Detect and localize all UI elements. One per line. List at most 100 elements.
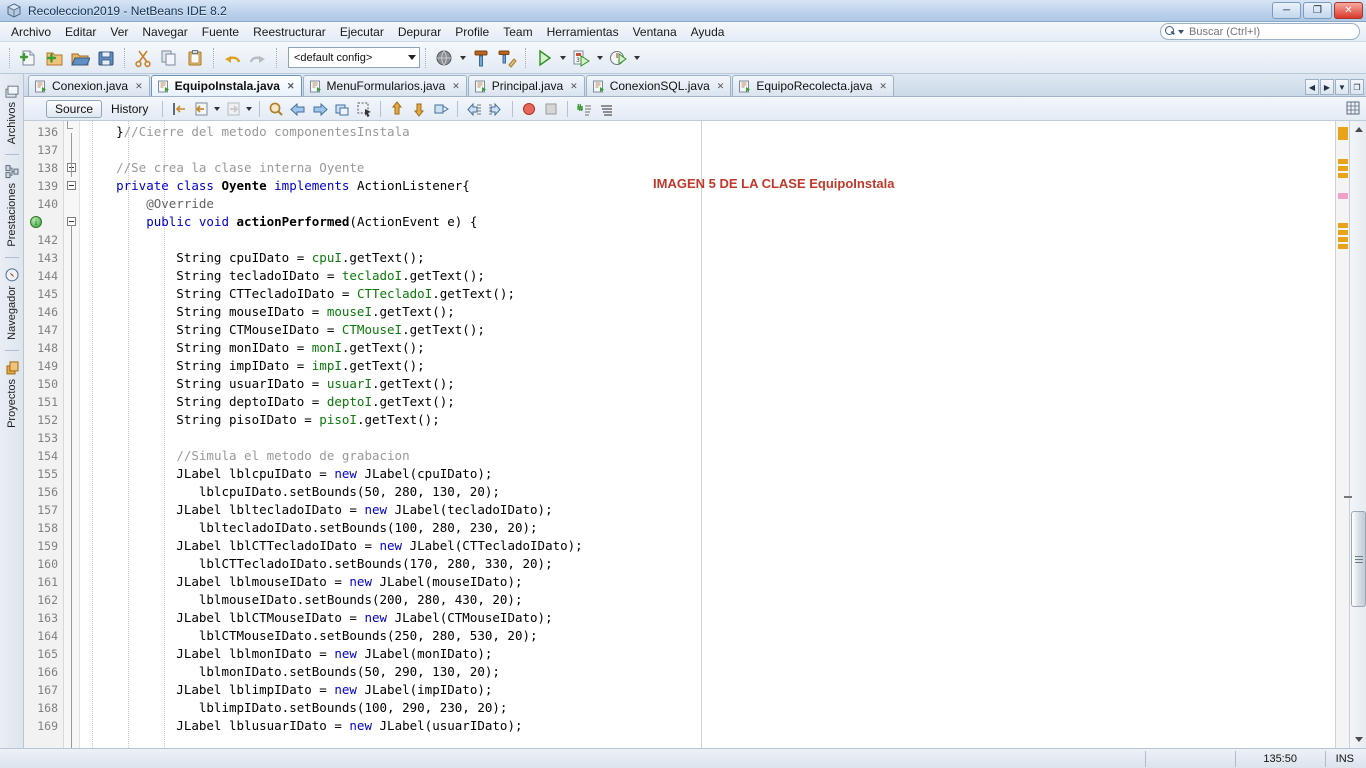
menu-ejecutar[interactable]: Ejecutar xyxy=(333,23,391,41)
previous-annotation-button[interactable] xyxy=(386,99,408,119)
find-selection-button[interactable] xyxy=(265,99,287,119)
close-icon[interactable]: ✕ xyxy=(879,81,887,92)
minimize-button[interactable]: ─ xyxy=(1272,2,1301,19)
maximize-button[interactable]: ❐ xyxy=(1303,2,1332,19)
close-icon[interactable]: ✕ xyxy=(452,81,460,92)
build-project-button[interactable] xyxy=(468,45,494,71)
sidebar-item-archivos[interactable]: Archivos xyxy=(3,78,21,150)
find-previous-button[interactable] xyxy=(287,99,309,119)
sidebar-item-prestaciones[interactable]: Prestaciones xyxy=(3,159,21,253)
tab-scroll-right-button[interactable]: ▶ xyxy=(1320,79,1334,95)
tab-scroll-left-button[interactable]: ◀ xyxy=(1305,79,1319,95)
menu-team[interactable]: Team xyxy=(496,23,539,41)
grid-icon[interactable] xyxy=(1346,101,1360,115)
tab-equipoinstala-java[interactable]: EquipoInstala.java ✕ xyxy=(150,75,302,96)
maximize-editor-button[interactable]: ❐ xyxy=(1350,79,1364,95)
menu-ventana[interactable]: Ventana xyxy=(626,23,684,41)
next-annotation-button[interactable] xyxy=(408,99,430,119)
close-icon[interactable]: ✕ xyxy=(135,81,143,92)
menu-profile[interactable]: Profile xyxy=(448,23,496,41)
copy-button[interactable] xyxy=(156,45,182,71)
annotation-mark[interactable] xyxy=(1338,223,1348,228)
annotation-mark[interactable] xyxy=(1338,127,1348,140)
forward-button[interactable] xyxy=(222,99,244,119)
source-view-button[interactable]: Source xyxy=(46,99,103,118)
run-project-caret[interactable] xyxy=(557,45,568,71)
menu-herramientas[interactable]: Herramientas xyxy=(540,23,626,41)
close-icon[interactable]: ✕ xyxy=(717,81,725,92)
uncomment-button[interactable] xyxy=(595,99,617,119)
debug-project-button[interactable]: 3 xyxy=(568,45,594,71)
profile-project-caret[interactable] xyxy=(631,45,642,71)
search-box[interactable] xyxy=(1160,23,1360,40)
tab-principal-java[interactable]: Principal.java ✕ xyxy=(467,75,585,96)
toggle-breakpoint-button[interactable] xyxy=(518,99,540,119)
toggle-bookmark-button[interactable] xyxy=(430,99,452,119)
history-view-button[interactable]: History xyxy=(102,100,157,118)
search-input[interactable] xyxy=(1187,24,1355,39)
annotation-mark[interactable] xyxy=(1338,166,1348,171)
hint-bulb-icon[interactable]: i xyxy=(30,216,42,228)
sidebar-item-proyectos[interactable]: Proyectos xyxy=(3,355,21,434)
new-file-button[interactable] xyxy=(15,45,41,71)
fold-toggle-icon[interactable] xyxy=(67,181,76,190)
annotation-mark[interactable] xyxy=(1338,230,1348,235)
cut-button[interactable] xyxy=(130,45,156,71)
save-all-button[interactable] xyxy=(93,45,119,71)
annotation-mark[interactable] xyxy=(1338,159,1348,164)
debug-project-caret[interactable] xyxy=(594,45,605,71)
annotation-mark[interactable] xyxy=(1338,237,1348,242)
set-main-project-caret[interactable] xyxy=(457,45,468,71)
code-fold-column[interactable] xyxy=(64,121,80,748)
sidebar-item-navegador[interactable]: Navegador xyxy=(3,262,21,346)
close-button[interactable]: ✕ xyxy=(1334,2,1363,19)
shift-right-button[interactable] xyxy=(485,99,507,119)
code-text[interactable]: }//Cierre del metodo componentesInstala … xyxy=(80,121,1335,735)
tab-list-button[interactable]: ▼ xyxy=(1335,79,1349,95)
code-viewport[interactable]: }//Cierre del metodo componentesInstala … xyxy=(80,121,1335,748)
set-main-project-button[interactable] xyxy=(431,45,457,71)
close-icon[interactable]: ✕ xyxy=(287,81,295,92)
annotation-mark[interactable] xyxy=(1338,244,1348,249)
scroll-down-button[interactable] xyxy=(1350,731,1366,748)
forward-button-caret[interactable] xyxy=(244,99,254,119)
error-annotation-stripe[interactable] xyxy=(1335,121,1349,748)
tab-conexionsql-java[interactable]: ConexionSQL.java ✕ xyxy=(585,75,732,96)
comment-button[interactable] xyxy=(573,99,595,119)
menu-editar[interactable]: Editar xyxy=(58,23,103,41)
tab-conexion-java[interactable]: Conexion.java ✕ xyxy=(28,75,150,96)
find-next-button[interactable] xyxy=(309,99,331,119)
menu-ver[interactable]: Ver xyxy=(103,23,135,41)
fold-row[interactable] xyxy=(64,195,79,213)
menu-reestructurar[interactable]: Reestructurar xyxy=(246,23,333,41)
tab-equiporecolecta-java[interactable]: EquipoRecolecta.java ✕ xyxy=(732,75,894,96)
paste-button[interactable] xyxy=(182,45,208,71)
scroll-up-button[interactable] xyxy=(1350,121,1366,138)
new-project-button[interactable] xyxy=(41,45,67,71)
shift-left-button[interactable] xyxy=(463,99,485,119)
tab-menuformularios-java[interactable]: MenuFormularios.java ✕ xyxy=(302,75,467,96)
undo-button[interactable] xyxy=(219,45,245,71)
chevron-down-icon[interactable] xyxy=(1178,29,1184,34)
stop-button[interactable] xyxy=(540,99,562,119)
fold-row[interactable] xyxy=(64,177,79,195)
back-button-caret[interactable] xyxy=(212,99,222,119)
menu-ayuda[interactable]: Ayuda xyxy=(684,23,732,41)
last-edit-button[interactable] xyxy=(168,99,190,119)
previous-bookmark-button[interactable] xyxy=(331,99,353,119)
back-button[interactable] xyxy=(190,99,212,119)
project-config-combo[interactable]: <default config> xyxy=(288,47,420,68)
profile-project-button[interactable] xyxy=(605,45,631,71)
clean-build-button[interactable] xyxy=(494,45,520,71)
menu-navegar[interactable]: Navegar xyxy=(135,23,194,41)
annotation-mark[interactable] xyxy=(1338,173,1348,178)
redo-button[interactable] xyxy=(245,45,271,71)
scrollbar-thumb[interactable] xyxy=(1351,511,1366,607)
code-editor[interactable]: 136 137 138 139 140 i 142 143 144 145 146 147 148 149… xyxy=(24,121,1366,748)
annotation-mark[interactable] xyxy=(1338,193,1348,199)
open-project-button[interactable] xyxy=(67,45,93,71)
menu-archivo[interactable]: Archivo xyxy=(4,23,58,41)
toggle-rect-select-button[interactable] xyxy=(353,99,375,119)
run-project-button[interactable] xyxy=(531,45,557,71)
close-icon[interactable]: ✕ xyxy=(570,81,578,92)
